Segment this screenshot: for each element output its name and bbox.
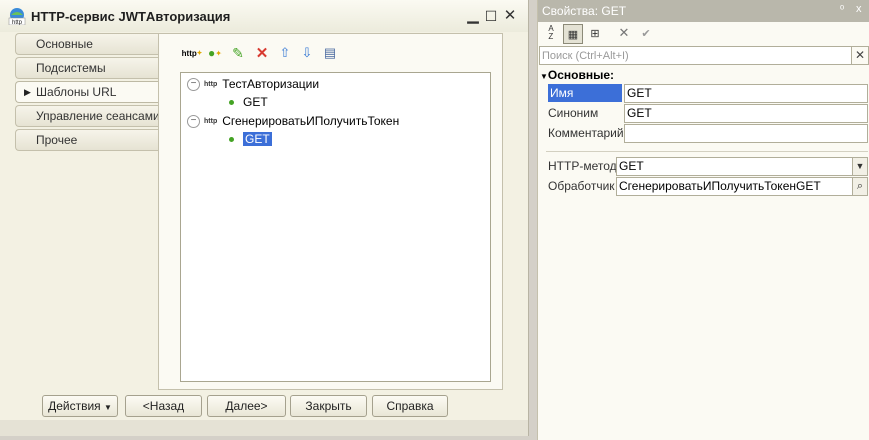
- tab-other[interactable]: Прочее: [15, 129, 160, 151]
- collapse-icon[interactable]: −: [187, 115, 200, 129]
- synonym-field[interactable]: GET: [624, 104, 868, 123]
- http-method-value: GET: [619, 159, 644, 173]
- divider: [546, 151, 868, 152]
- tab-label: Основные: [36, 37, 93, 51]
- edit-icon[interactable]: ✎: [229, 44, 247, 62]
- apply-check-icon[interactable]: ✔: [637, 24, 655, 42]
- url-templates-panel: http ✦ ● ✦ ✎ ✕ ⇧ ⇩ ▤ − http ТестАвторизации …: [158, 33, 503, 390]
- tab-url-templates[interactable]: ▶ Шаблоны URL: [15, 81, 160, 103]
- tree-node-label: СгенерироватьИПолучитьТокен: [222, 114, 400, 128]
- tree-node-label: ТестАвторизации: [222, 77, 320, 91]
- tab-session-management[interactable]: Управление сеансами: [15, 105, 160, 127]
- name-field[interactable]: GET: [624, 84, 868, 103]
- tree-node-generate-token[interactable]: − http СгенерироватьИПолучитьТокен: [187, 112, 399, 130]
- section-main[interactable]: ▼Основные:: [540, 68, 614, 82]
- http-service-window: http HTTP-сервис JWTАвторизация ▁ ☐ ✕ Ос…: [0, 0, 529, 436]
- search-icon[interactable]: ⌕: [852, 178, 867, 195]
- sort-alphabetical-icon[interactable]: AZ: [542, 24, 560, 42]
- properties-panel: Свойства: GET ᵒ x AZ ▦ ⊞ ✕ ✔ ✕ ▼Основные…: [537, 0, 869, 440]
- properties-title-bar[interactable]: Свойства: GET ᵒ x: [538, 0, 869, 22]
- properties-title: Свойства: GET: [542, 4, 627, 18]
- next-button[interactable]: Далее>: [207, 395, 286, 417]
- active-tab-arrow-icon: ▶: [24, 87, 31, 97]
- tree-node-label: GET: [243, 95, 268, 109]
- http-method-label: HTTP-метод: [548, 159, 617, 173]
- tree-node-test-auth[interactable]: − http ТестАвторизации: [187, 75, 319, 93]
- clear-icon[interactable]: ✕: [615, 24, 633, 42]
- title-bar[interactable]: http HTTP-сервис JWTАвторизация ▁ ☐ ✕: [0, 0, 528, 32]
- help-button[interactable]: Справка: [372, 395, 448, 417]
- move-up-icon[interactable]: ⇧: [276, 44, 294, 62]
- http-template-icon: http: [204, 117, 218, 125]
- handler-field[interactable]: СгенерироватьИПолучитьТокенGET ⌕: [616, 177, 868, 196]
- list-icon[interactable]: ▤: [321, 44, 339, 62]
- http-template-icon: http: [204, 80, 218, 88]
- tab-main[interactable]: Основные: [15, 33, 160, 55]
- properties-close-icon[interactable]: x: [856, 3, 862, 15]
- http-service-icon: http: [8, 8, 26, 25]
- http-method-select[interactable]: GET ▼: [616, 157, 868, 176]
- add-method-icon[interactable]: ● ✦: [206, 44, 224, 62]
- move-down-icon[interactable]: ⇩: [298, 44, 316, 62]
- tab-label: Подсистемы: [36, 61, 106, 75]
- tab-subsystems[interactable]: Подсистемы: [15, 57, 160, 79]
- back-button[interactable]: <Назад: [125, 395, 202, 417]
- close-icon[interactable]: ✕: [501, 7, 519, 25]
- close-button[interactable]: Закрыть: [290, 395, 367, 417]
- tree-node-method-get[interactable]: GET: [229, 93, 268, 111]
- actions-button[interactable]: Действия ▼: [42, 395, 118, 417]
- tree-node-method-get-selected[interactable]: GET: [229, 130, 272, 148]
- comment-label: Комментарий: [548, 126, 624, 140]
- delete-icon[interactable]: ✕: [253, 44, 271, 62]
- method-icon: [229, 100, 234, 106]
- collapse-icon[interactable]: −: [187, 78, 200, 92]
- handler-value: СгенерироватьИПолучитьТокенGET: [619, 179, 821, 193]
- actions-label: Действия: [48, 399, 101, 413]
- http-service-icon-label: http: [12, 20, 23, 25]
- chevron-down-icon[interactable]: ▼: [852, 158, 867, 175]
- tree-node-label: GET: [243, 132, 272, 146]
- maximize-icon[interactable]: ☐: [482, 7, 500, 25]
- chevron-down-icon: ▼: [104, 403, 112, 412]
- section-label: Основные:: [547, 68, 615, 82]
- property-search: ✕: [539, 46, 869, 65]
- url-templates-tree[interactable]: − http ТестАвторизации GET − http Сгенериров…: [180, 72, 491, 382]
- window-title: HTTP-сервис JWTАвторизация: [31, 9, 231, 24]
- tab-label: Прочее: [36, 133, 78, 147]
- filter-icon[interactable]: ⊞: [586, 24, 604, 42]
- properties-toolbar: AZ ▦ ⊞ ✕ ✔: [538, 22, 869, 44]
- handler-label: Обработчик: [548, 179, 615, 193]
- horizontal-scrollbar[interactable]: [0, 420, 528, 436]
- search-input[interactable]: [542, 47, 842, 64]
- tab-list: Основные Подсистемы ▶ Шаблоны URL Управле…: [15, 33, 160, 153]
- categorized-view-icon[interactable]: ▦: [563, 24, 583, 44]
- tab-label: Шаблоны URL: [36, 85, 117, 99]
- pin-icon[interactable]: ᵒ: [840, 3, 844, 15]
- section-collapse-icon[interactable]: ▼: [540, 72, 548, 81]
- tab-label: Управление сеансами: [36, 109, 160, 123]
- search-clear-icon[interactable]: ✕: [851, 47, 868, 64]
- minimize-icon[interactable]: ▁: [464, 7, 482, 25]
- method-icon: [229, 137, 234, 143]
- add-template-icon-label: http: [181, 48, 197, 58]
- add-template-icon[interactable]: http ✦: [181, 44, 203, 62]
- name-label: Имя: [548, 84, 622, 102]
- synonym-label: Синоним: [548, 106, 599, 120]
- comment-field[interactable]: [624, 124, 868, 143]
